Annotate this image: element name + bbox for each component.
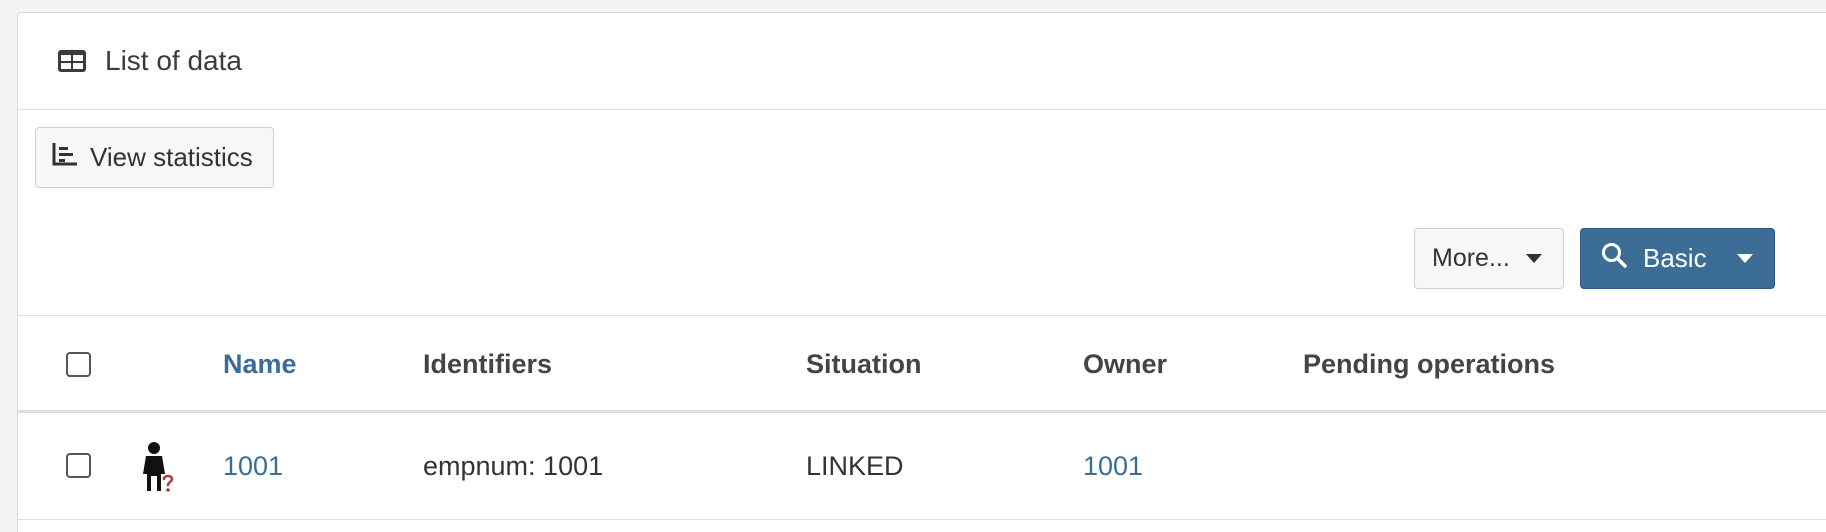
- row-name-link[interactable]: 1001: [223, 413, 283, 520]
- select-all-checkbox[interactable]: [66, 352, 91, 377]
- chevron-down-icon: [1525, 254, 1542, 263]
- column-header-pending-operations: Pending operations: [1303, 349, 1556, 379]
- table-icon: [57, 48, 89, 74]
- row-checkbox[interactable]: [66, 453, 91, 478]
- row-owner-link[interactable]: 1001: [1083, 413, 1143, 520]
- basic-label: Basic: [1643, 243, 1707, 273]
- view-statistics-button[interactable]: View statistics: [35, 127, 274, 188]
- table-header: Name Identifiers Situation Owner Pending…: [18, 316, 1826, 413]
- row-identifiers: empnum: 1001: [423, 451, 604, 481]
- table-row: 1001 empnum: 1001 LINKED 1001: [18, 413, 1826, 520]
- chevron-down-icon[interactable]: [1736, 254, 1753, 263]
- panel-header: List of data: [18, 13, 1826, 110]
- column-header-identifiers: Identifiers: [423, 349, 553, 379]
- bar-chart-icon: [52, 142, 78, 173]
- row-situation: LINKED: [806, 451, 904, 481]
- person-unknown-icon: [138, 441, 176, 497]
- column-header-name[interactable]: Name: [223, 316, 297, 413]
- more-dropdown-button[interactable]: More...: [1414, 228, 1564, 289]
- search-icon: [1601, 242, 1627, 275]
- column-header-situation: Situation: [806, 349, 922, 379]
- view-statistics-label: View statistics: [90, 142, 253, 172]
- column-header-owner: Owner: [1083, 349, 1168, 379]
- more-label: More...: [1432, 244, 1510, 272]
- panel-title: List of data: [105, 45, 242, 76]
- list-panel: List of data View statistics More... Bas…: [17, 12, 1826, 532]
- basic-search-button[interactable]: Basic: [1580, 228, 1775, 289]
